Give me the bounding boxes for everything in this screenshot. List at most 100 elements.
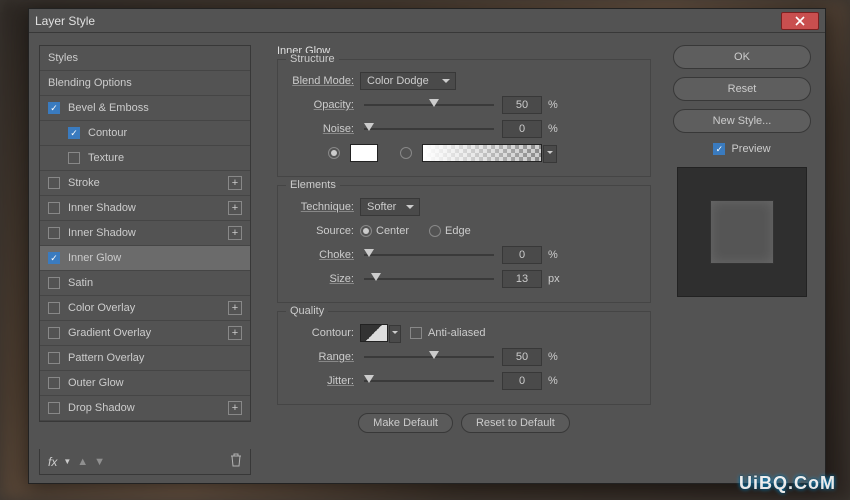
effect-checkbox[interactable] bbox=[48, 377, 60, 389]
sidebar-item-label: Inner Shadow bbox=[68, 202, 228, 214]
jitter-slider[interactable] bbox=[364, 374, 494, 388]
slider-thumb-icon bbox=[371, 273, 381, 286]
gradient-swatch[interactable] bbox=[422, 144, 542, 162]
sidebar-item-gradient-overlay[interactable]: Gradient Overlay+ bbox=[40, 321, 250, 346]
add-effect-icon[interactable]: + bbox=[228, 201, 242, 215]
noise-input[interactable]: 0 bbox=[502, 120, 542, 138]
opacity-input[interactable]: 50 bbox=[502, 96, 542, 114]
preview-thumbnail bbox=[677, 167, 807, 297]
opacity-slider[interactable] bbox=[364, 98, 494, 112]
add-effect-icon[interactable]: + bbox=[228, 176, 242, 190]
blend-mode-select[interactable]: Color Dodge bbox=[360, 72, 456, 90]
range-label: Range: bbox=[288, 351, 360, 363]
anti-aliased-checkbox[interactable] bbox=[410, 327, 422, 339]
opacity-unit: % bbox=[548, 99, 564, 111]
close-button[interactable] bbox=[781, 12, 819, 30]
choke-unit: % bbox=[548, 249, 564, 261]
sidebar-footer: fx ▼ ▲ ▼ bbox=[39, 449, 251, 475]
sidebar-item-inner-shadow[interactable]: Inner Shadow+ bbox=[40, 196, 250, 221]
effect-checkbox[interactable] bbox=[68, 127, 80, 139]
color-radio[interactable] bbox=[328, 147, 340, 159]
contour-dropdown-icon[interactable] bbox=[389, 325, 401, 343]
sidebar-item-inner-shadow[interactable]: Inner Shadow+ bbox=[40, 221, 250, 246]
sidebar-item-label: Satin bbox=[68, 277, 242, 289]
source-edge-label: Edge bbox=[445, 225, 471, 237]
effect-checkbox[interactable] bbox=[48, 177, 60, 189]
layer-style-dialog: Layer Style Styles Blending Options Beve… bbox=[28, 8, 826, 484]
size-input[interactable]: 13 bbox=[502, 270, 542, 288]
sidebar-item-label: Drop Shadow bbox=[68, 402, 228, 414]
sidebar-item-drop-shadow[interactable]: Drop Shadow+ bbox=[40, 396, 250, 421]
effect-checkbox[interactable] bbox=[48, 352, 60, 364]
move-down-icon[interactable]: ▼ bbox=[94, 456, 105, 468]
elements-group: Elements Technique: Softer Source: Cente… bbox=[277, 185, 651, 303]
effect-checkbox[interactable] bbox=[48, 252, 60, 264]
fx-menu[interactable]: fx bbox=[48, 455, 57, 469]
noise-slider[interactable] bbox=[364, 122, 494, 136]
sidebar-item-texture[interactable]: Texture bbox=[40, 146, 250, 171]
sidebar-item-contour[interactable]: Contour bbox=[40, 121, 250, 146]
choke-input[interactable]: 0 bbox=[502, 246, 542, 264]
add-effect-icon[interactable]: + bbox=[228, 401, 242, 415]
sidebar-item-satin[interactable]: Satin bbox=[40, 271, 250, 296]
sidebar-item-label: Inner Shadow bbox=[68, 227, 228, 239]
size-slider[interactable] bbox=[364, 272, 494, 286]
preview-label: Preview bbox=[731, 143, 770, 155]
reset-button[interactable]: Reset bbox=[673, 77, 811, 101]
reset-default-button[interactable]: Reset to Default bbox=[461, 413, 570, 433]
range-input[interactable]: 50 bbox=[502, 348, 542, 366]
contour-label: Contour: bbox=[288, 327, 360, 339]
sidebar-item-pattern-overlay[interactable]: Pattern Overlay bbox=[40, 346, 250, 371]
add-effect-icon[interactable]: + bbox=[228, 301, 242, 315]
right-panel: OK Reset New Style... Preview bbox=[667, 33, 825, 483]
source-label: Source: bbox=[288, 225, 360, 237]
sidebar-label: Blending Options bbox=[48, 77, 242, 89]
sidebar-item-color-overlay[interactable]: Color Overlay+ bbox=[40, 296, 250, 321]
noise-unit: % bbox=[548, 123, 564, 135]
sidebar-item-outer-glow[interactable]: Outer Glow bbox=[40, 371, 250, 396]
sidebar-item-label: Gradient Overlay bbox=[68, 327, 228, 339]
blend-mode-label: Blend Mode: bbox=[288, 75, 360, 87]
source-center-radio[interactable] bbox=[360, 225, 372, 237]
sidebar-header-blending[interactable]: Blending Options bbox=[40, 71, 250, 96]
structure-legend: Structure bbox=[286, 53, 339, 65]
effect-checkbox[interactable] bbox=[48, 102, 60, 114]
effect-checkbox[interactable] bbox=[48, 302, 60, 314]
sidebar-item-inner-glow[interactable]: Inner Glow bbox=[40, 246, 250, 271]
fx-dropdown-icon: ▼ bbox=[63, 457, 71, 466]
slider-thumb-icon bbox=[429, 99, 439, 112]
trash-icon[interactable] bbox=[230, 453, 242, 470]
effect-checkbox[interactable] bbox=[68, 152, 80, 164]
sidebar-item-label: Color Overlay bbox=[68, 302, 228, 314]
move-up-icon[interactable]: ▲ bbox=[77, 456, 88, 468]
effect-checkbox[interactable] bbox=[48, 227, 60, 239]
sidebar-item-label: Outer Glow bbox=[68, 377, 242, 389]
make-default-button[interactable]: Make Default bbox=[358, 413, 453, 433]
styles-sidebar: Styles Blending Options Bevel & Emboss Co… bbox=[29, 33, 261, 483]
new-style-button[interactable]: New Style... bbox=[673, 109, 811, 133]
quality-legend: Quality bbox=[286, 305, 328, 317]
gradient-radio[interactable] bbox=[400, 147, 412, 159]
effect-checkbox[interactable] bbox=[48, 202, 60, 214]
gradient-dropdown-icon[interactable] bbox=[543, 145, 557, 163]
add-effect-icon[interactable]: + bbox=[228, 326, 242, 340]
color-swatch[interactable] bbox=[350, 144, 378, 162]
choke-slider[interactable] bbox=[364, 248, 494, 262]
sidebar-item-stroke[interactable]: Stroke+ bbox=[40, 171, 250, 196]
sidebar-item-bevel-emboss[interactable]: Bevel & Emboss bbox=[40, 96, 250, 121]
jitter-input[interactable]: 0 bbox=[502, 372, 542, 390]
effect-checkbox[interactable] bbox=[48, 327, 60, 339]
source-edge-radio[interactable] bbox=[429, 225, 441, 237]
range-slider[interactable] bbox=[364, 350, 494, 364]
technique-select[interactable]: Softer bbox=[360, 198, 420, 216]
add-effect-icon[interactable]: + bbox=[228, 226, 242, 240]
technique-label: Technique: bbox=[288, 201, 360, 213]
contour-swatch[interactable] bbox=[360, 324, 388, 342]
ok-button[interactable]: OK bbox=[673, 45, 811, 69]
effect-checkbox[interactable] bbox=[48, 402, 60, 414]
sidebar-header-styles[interactable]: Styles bbox=[40, 46, 250, 71]
preview-checkbox[interactable] bbox=[713, 143, 725, 155]
sidebar-item-label: Contour bbox=[88, 127, 242, 139]
window-title: Layer Style bbox=[35, 14, 95, 28]
effect-checkbox[interactable] bbox=[48, 277, 60, 289]
